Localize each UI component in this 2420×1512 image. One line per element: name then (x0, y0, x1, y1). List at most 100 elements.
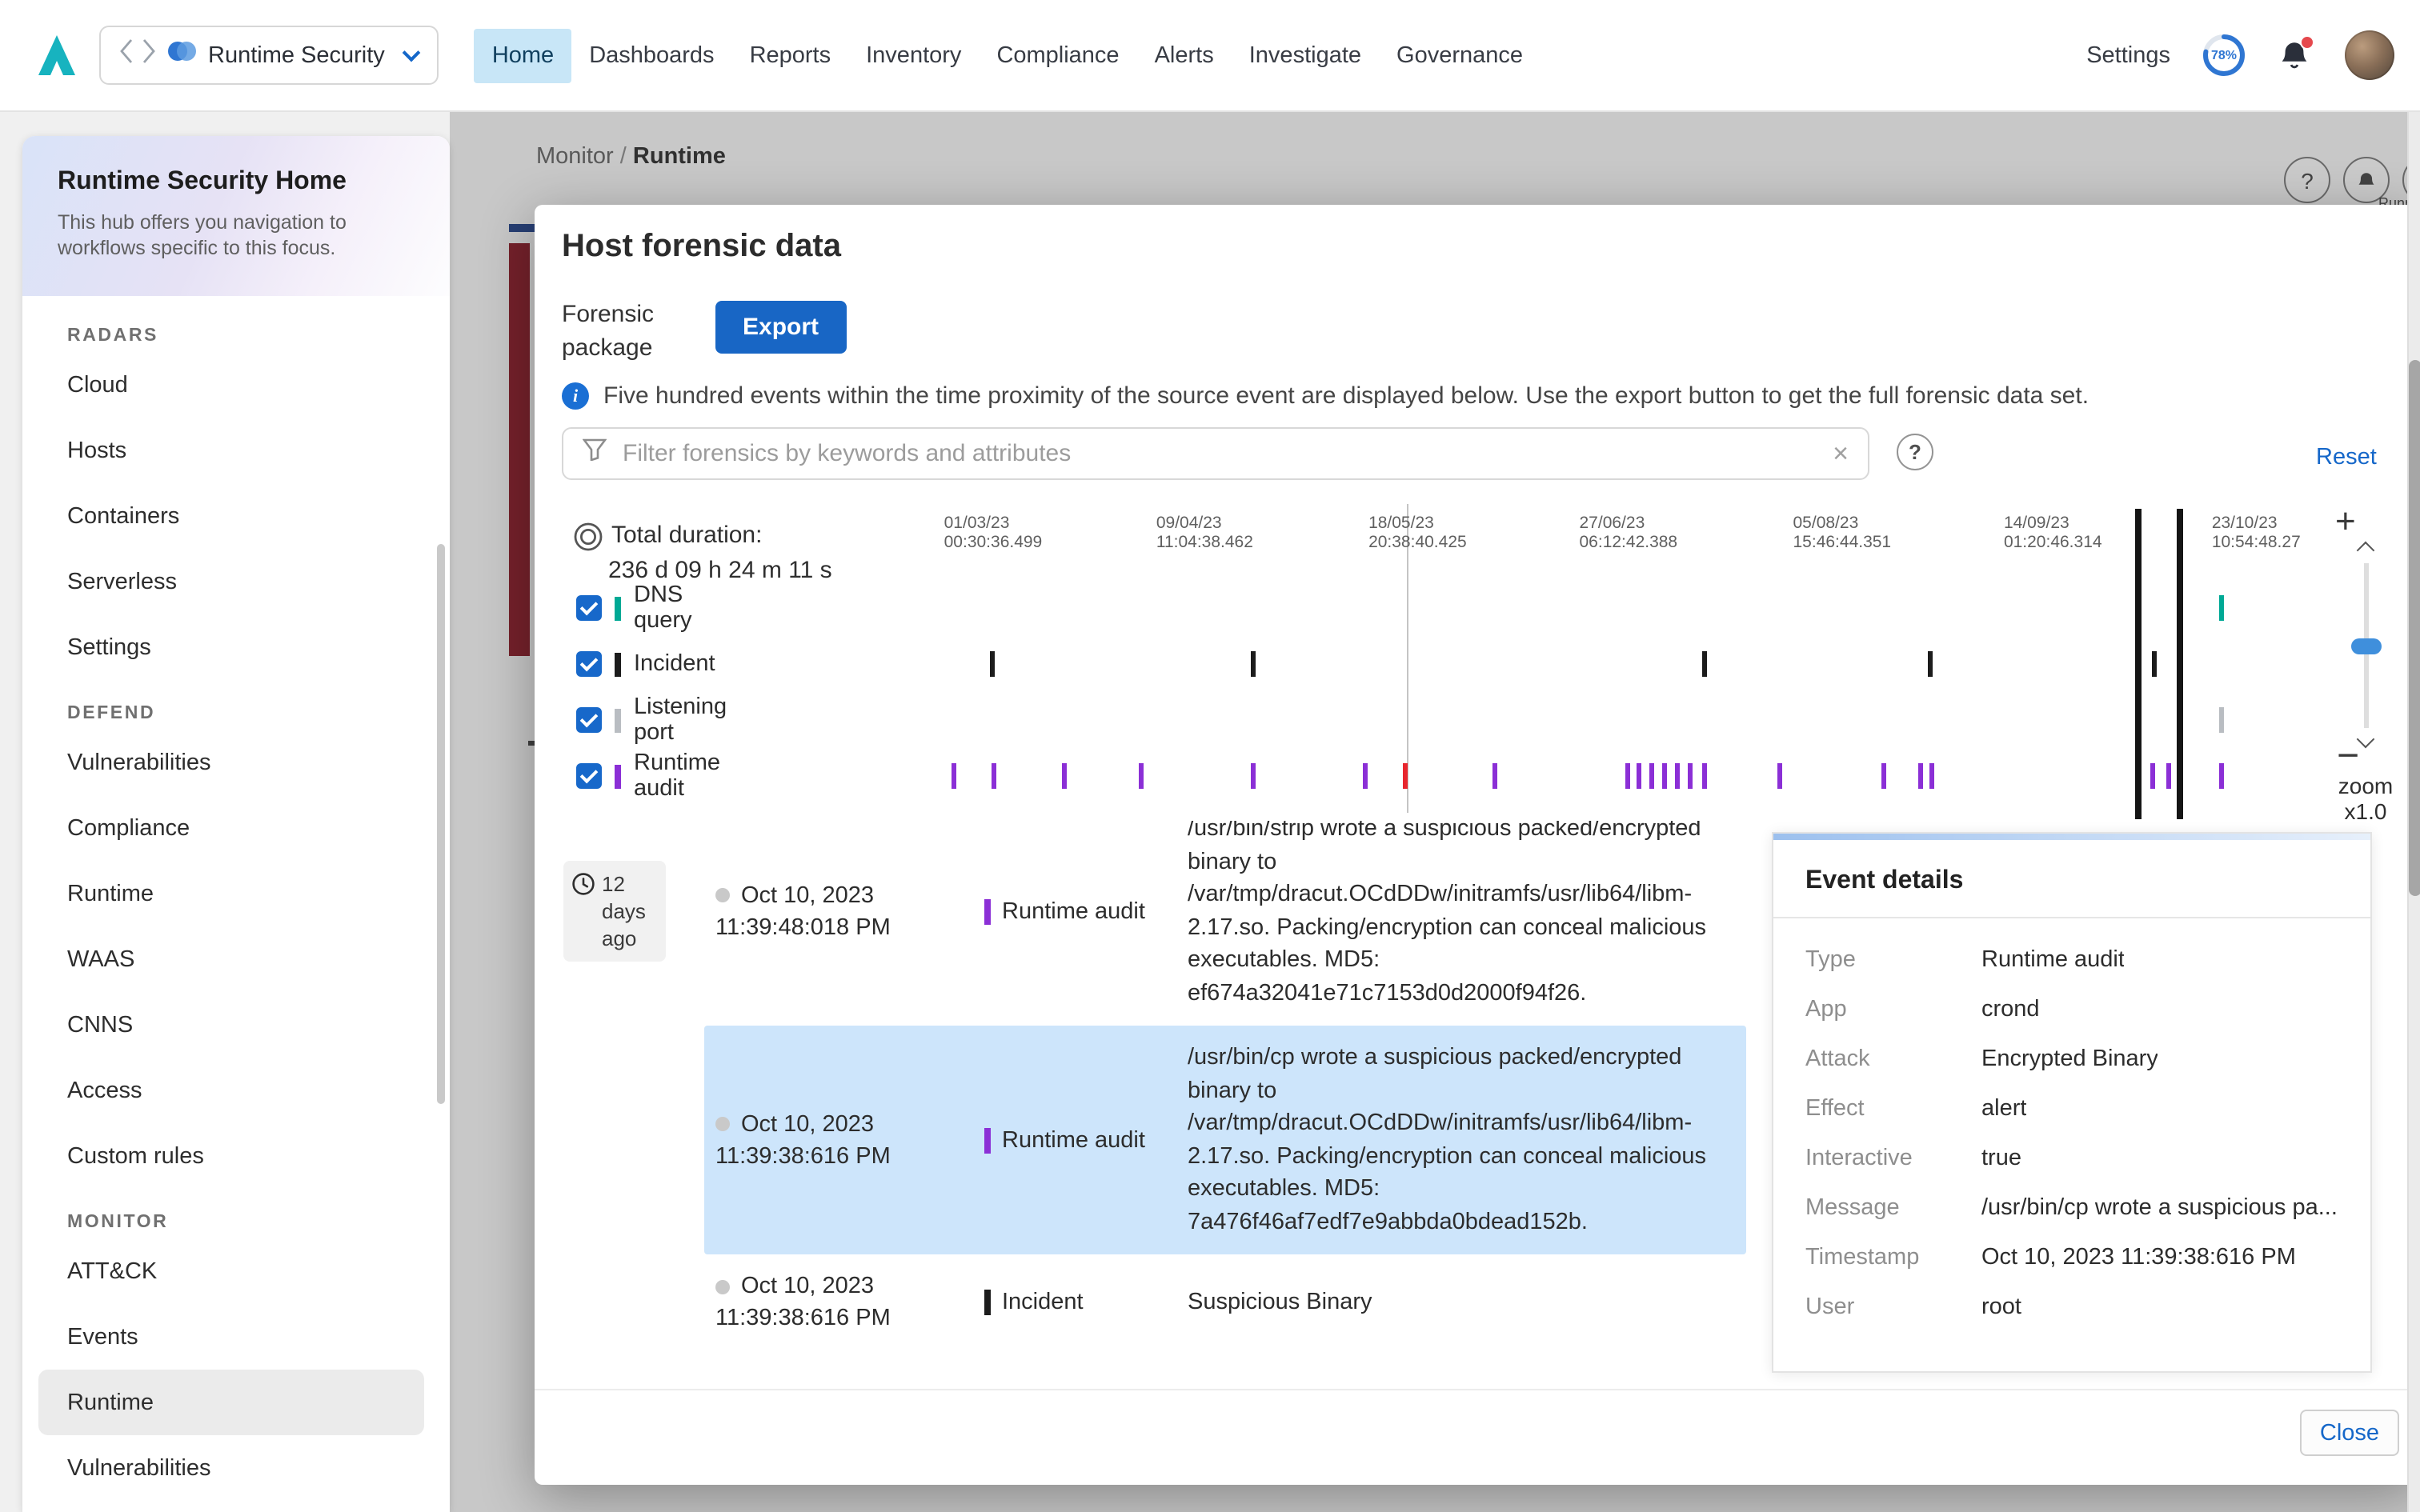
export-button[interactable]: Export (715, 301, 846, 354)
sidebar-scrollbar[interactable] (437, 544, 445, 1104)
sidebar-item-runtime[interactable]: Runtime (38, 1370, 424, 1435)
event-marker[interactable] (1688, 763, 1693, 789)
modal-title: Host forensic data (562, 229, 841, 266)
axis-date: 05/08/23 (1793, 514, 1892, 533)
event-row-body[interactable]: Oct 10, 202311:39:38:616 PMRuntime audit… (704, 1026, 1746, 1254)
detail-field-value: alert (1981, 1093, 2026, 1125)
close-button[interactable]: Close (2300, 1410, 2399, 1456)
event-marker[interactable] (990, 651, 995, 677)
sidebar-item-cnns[interactable]: CNNS (22, 992, 450, 1058)
nav-item-compliance[interactable]: Compliance (979, 28, 1136, 82)
event-marker[interactable] (1403, 763, 1408, 789)
event-marker[interactable] (1675, 763, 1680, 789)
sidebar-item-containers[interactable]: Containers (22, 483, 450, 549)
sidebar-item-cloud[interactable]: Cloud (22, 352, 450, 418)
event-marker[interactable] (1927, 651, 1932, 677)
checkbox-dns-query[interactable] (576, 595, 602, 621)
slider-up-icon[interactable] (2357, 542, 2375, 560)
zoom-in-button[interactable]: + (2335, 501, 2356, 542)
checkbox-runtime-audit[interactable] (576, 763, 602, 789)
sidebar-item-hosts[interactable]: Hosts (22, 418, 450, 483)
event-timestamp: Oct 10, 202311:39:38:616 PM (715, 1270, 984, 1334)
credits-badge[interactable]: 78% (2202, 34, 2246, 77)
user-avatar[interactable] (2345, 30, 2394, 80)
event-marker[interactable] (2219, 595, 2224, 621)
sidebar-item-custom-rules[interactable]: Custom rules (22, 1123, 450, 1189)
filter-input[interactable] (623, 440, 1817, 467)
event-marker[interactable] (2153, 651, 2158, 677)
event-marker[interactable] (1919, 763, 1924, 789)
event-marker[interactable] (2166, 763, 2171, 789)
filter-help-button[interactable]: ? (1897, 434, 1933, 470)
event-marker[interactable] (1702, 763, 1707, 789)
event-marker[interactable] (2219, 707, 2224, 733)
clear-filter-icon[interactable]: × (1833, 440, 1849, 467)
event-marker[interactable] (1251, 763, 1256, 789)
sidebar-item-vulnerabilities[interactable]: Vulnerabilities (22, 730, 450, 795)
nav-item-reports[interactable]: Reports (732, 28, 849, 82)
checkbox-incident[interactable] (576, 651, 602, 677)
detail-field-value: true (1981, 1142, 2021, 1174)
event-marker[interactable] (1929, 763, 1933, 789)
event-marker[interactable] (1251, 651, 1256, 677)
event-marker[interactable] (1364, 763, 1368, 789)
event-marker[interactable] (1493, 763, 1498, 789)
detail-field-label: Type (1805, 944, 1981, 976)
prisma-cloud-logo-icon[interactable] (35, 31, 80, 79)
timeline-axis-label: 05/08/2315:46:44.351 (1793, 514, 1892, 552)
product-selector[interactable]: Runtime Security (99, 26, 439, 85)
event-marker[interactable] (2151, 763, 2156, 789)
checkbox-listening-port[interactable] (576, 707, 602, 733)
timeline-axis-label: 09/04/2311:04:38.462 (1156, 514, 1253, 552)
sidebar-item-events[interactable]: Events (22, 1304, 450, 1370)
nav-item-home[interactable]: Home (475, 28, 571, 82)
nav-item-dashboards[interactable]: Dashboards (571, 28, 731, 82)
nav-item-inventory[interactable]: Inventory (848, 28, 979, 82)
event-marker[interactable] (2219, 763, 2224, 789)
settings-link[interactable]: Settings (2086, 42, 2170, 68)
timeline-track-listening-port (890, 707, 2314, 733)
sidebar-item-att-ck[interactable]: ATT&CK (22, 1238, 450, 1304)
info-banner: i Five hundred events within the time pr… (562, 382, 2354, 411)
axis-time: 06:12:42.388 (1580, 533, 1678, 552)
reset-link[interactable]: Reset (2316, 445, 2377, 470)
sidebar-item-runtime[interactable]: Runtime (22, 861, 450, 926)
page-scrollbar[interactable] (2407, 112, 2420, 1512)
sidebar-item-serverless[interactable]: Serverless (22, 549, 450, 614)
sidebar-item-compliance[interactable]: Compliance (22, 795, 450, 861)
event-row[interactable]: Oct 10, 202311:39:38:616 PMRuntime audit… (562, 1026, 1746, 1254)
event-marker[interactable] (1061, 763, 1066, 789)
event-marker[interactable] (992, 763, 996, 789)
zoom-slider-thumb[interactable] (2351, 638, 2382, 654)
timeline-plot[interactable]: 01/03/2300:30:36.499 09/04/2311:04:38.462… (890, 501, 2314, 821)
sidebar-item-settings[interactable]: Settings (22, 614, 450, 680)
scrollbar-thumb[interactable] (2409, 360, 2420, 896)
event-row[interactable]: 12 days agoOct 10, 202311:39:48:018 PMRu… (562, 821, 1746, 1026)
nav-item-investigate[interactable]: Investigate (1232, 28, 1379, 82)
notifications-bell-icon[interactable] (2278, 36, 2313, 74)
zoom-slider[interactable] (2364, 563, 2369, 728)
event-marker[interactable] (1662, 763, 1667, 789)
event-marker[interactable] (1778, 763, 1783, 789)
event-marker[interactable] (1702, 651, 1707, 677)
event-message: /usr/bin/strip wrote a suspicious packed… (1188, 821, 1730, 1010)
event-marker[interactable] (1649, 763, 1654, 789)
slider-down-icon[interactable] (2357, 730, 2375, 749)
event-marker[interactable] (952, 763, 956, 789)
event-row-body[interactable]: Oct 10, 202311:39:38:616 PMIncidentSuspi… (704, 1254, 1746, 1350)
nav-item-governance[interactable]: Governance (1379, 28, 1541, 82)
sidebar-section-header-radars: RADARS (67, 326, 450, 346)
event-row[interactable]: Oct 10, 202311:39:38:616 PMIncidentSuspi… (562, 1254, 1746, 1350)
timeline-axis-label: 01/03/2300:30:36.499 (944, 514, 1043, 552)
event-marker[interactable] (1881, 763, 1886, 789)
nav-item-alerts[interactable]: Alerts (1137, 28, 1232, 82)
event-marker[interactable] (1625, 763, 1630, 789)
sidebar-item-access[interactable]: Access (22, 1058, 450, 1123)
detail-row-message: Message/usr/bin/cp wrote a suspicious pa… (1805, 1192, 2338, 1224)
event-marker[interactable] (1637, 763, 1641, 789)
sidebar-item-vulnerabilities[interactable]: Vulnerabilities (22, 1435, 450, 1501)
event-row-body[interactable]: Oct 10, 202311:39:48:018 PMRuntime audit… (704, 821, 1746, 1026)
details-accent-bar (1773, 834, 2370, 840)
event-marker[interactable] (1138, 763, 1143, 789)
sidebar-item-waas[interactable]: WAAS (22, 926, 450, 992)
